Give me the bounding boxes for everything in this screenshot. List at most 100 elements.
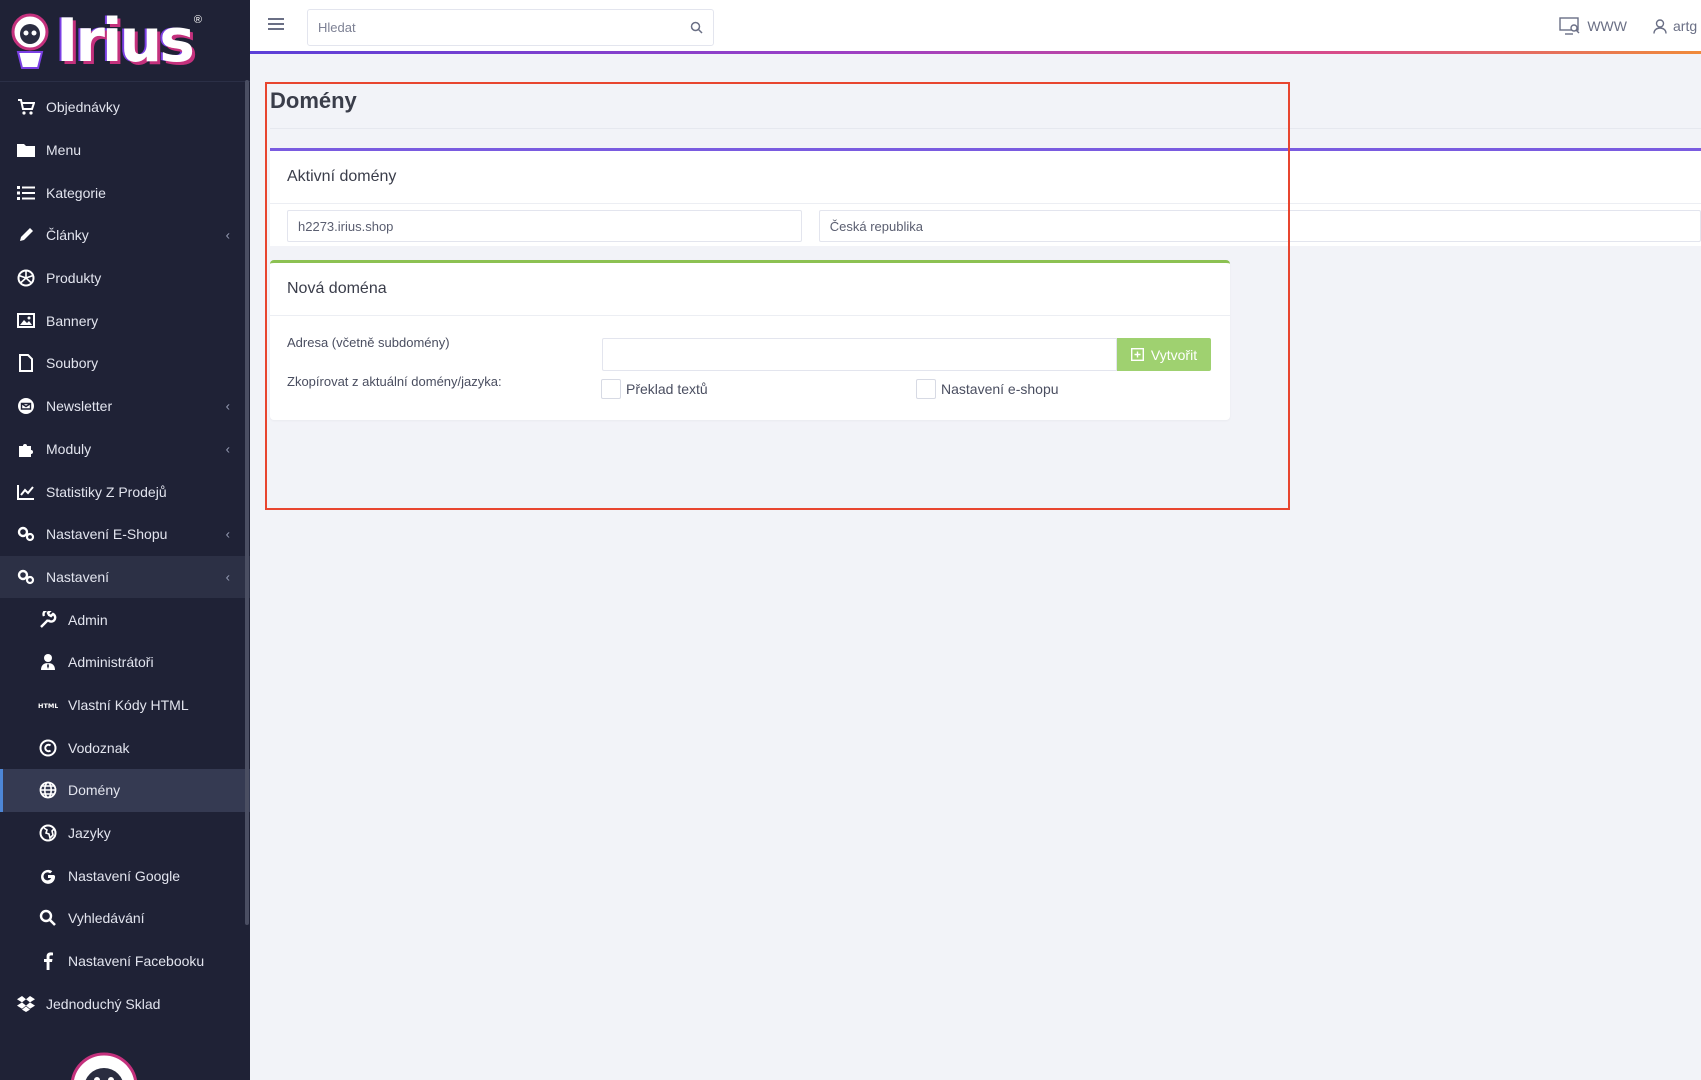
- plus-square-icon: [1130, 348, 1144, 361]
- sidebar-item-soubory[interactable]: Soubory: [0, 342, 250, 385]
- copyright-icon: [38, 738, 58, 758]
- search-input[interactable]: [308, 10, 679, 45]
- active-domains-title: Aktivní domény: [270, 151, 1701, 204]
- sidebar-subitem-facebook[interactable]: Nastavení Facebooku: [0, 940, 250, 983]
- address-label: Adresa (včetně subdomény): [287, 335, 450, 350]
- line-chart-icon: [16, 482, 36, 502]
- sidebar-item-label: Vyhledávání: [68, 910, 145, 927]
- sidebar-subitem-vodoznak[interactable]: Vodoznak: [0, 726, 250, 769]
- sidebar-item-clanky[interactable]: Články ‹: [0, 214, 250, 257]
- sidebar-item-label: Administrátoři: [68, 654, 154, 671]
- monitor-search-icon: [1559, 17, 1580, 35]
- active-domain-field: h2273.irius.shop: [287, 210, 802, 242]
- sidebar-item-moduly[interactable]: Moduly ‹: [0, 428, 250, 471]
- astronaut-mascot-icon: [11, 13, 49, 69]
- sidebar-item-label: Jednoduchý Sklad: [46, 995, 161, 1012]
- sidebar-item-label: Newsletter: [46, 398, 113, 415]
- file-icon: [16, 353, 36, 373]
- sidebar-scrollbar[interactable]: [245, 80, 249, 925]
- folder-icon: [16, 140, 36, 160]
- sidebar-item-label: Články: [46, 227, 89, 244]
- page-title: Domény: [270, 88, 357, 113]
- sidebar-item-label: Nastavení: [46, 568, 110, 585]
- sidebar-subitem-admin[interactable]: Admin: [0, 598, 250, 641]
- user-name: artg: [1673, 18, 1698, 34]
- sidebar-item-objednavky[interactable]: Objednávky: [0, 86, 250, 129]
- chevron-left-icon: ‹: [225, 569, 230, 585]
- sidebar-item-bannery[interactable]: Bannery: [0, 299, 250, 342]
- list-icon: [16, 183, 36, 203]
- mascot-icon: [71, 1052, 137, 1080]
- sidebar-item-label: Domény: [68, 782, 121, 799]
- logo-text: Irius: [56, 5, 195, 76]
- svg-text:HTML: HTML: [38, 702, 58, 710]
- sidebar-subitem-html[interactable]: HTML Vlastní Kódy HTML: [0, 684, 250, 727]
- sidebar-item-menu[interactable]: Menu: [0, 129, 250, 172]
- topbar-right: WWW artg: [1559, 17, 1701, 35]
- sidebar-subitem-domeny[interactable]: Domény: [0, 769, 250, 812]
- sidebar-item-label: Menu: [46, 142, 82, 159]
- cart-icon: [16, 97, 36, 117]
- checkbox-label: Překlad textů: [626, 381, 708, 397]
- sidebar-subitem-vyhledavani[interactable]: Vyhledávání: [0, 897, 250, 940]
- create-button-label: Vytvořit: [1150, 346, 1198, 363]
- wrench-icon: [38, 610, 58, 630]
- sidebar-item-nastaveni-eshopu[interactable]: Nastavení E-Shopu ‹: [0, 513, 250, 556]
- gears-icon: [16, 567, 36, 587]
- sidebar-subitem-jazyky[interactable]: Jazyky: [0, 812, 250, 855]
- hamburger-menu-icon[interactable]: [268, 18, 284, 30]
- www-link[interactable]: WWW: [1559, 17, 1627, 35]
- sidebar-item-label: Admin: [68, 611, 108, 628]
- address-input[interactable]: [602, 338, 1117, 371]
- chevron-left-icon: ‹: [225, 398, 230, 414]
- search-icon: [38, 908, 58, 928]
- sidebar-item-label: Moduly: [46, 440, 92, 457]
- checkbox-box[interactable]: [601, 379, 621, 399]
- envelope-icon: [16, 396, 36, 416]
- search-icon[interactable]: [679, 10, 713, 45]
- pencil-icon: [16, 225, 36, 245]
- checkbox-nastaveni-eshopu[interactable]: Nastavení e-shopu: [916, 379, 1059, 399]
- new-domain-title: Nová doména: [270, 263, 1230, 316]
- search-box: [307, 9, 714, 46]
- sidebar-item-newsletter[interactable]: Newsletter ‹: [0, 385, 250, 428]
- sidebar-item-label: Soubory: [46, 355, 99, 372]
- logo[interactable]: Irius ®: [0, 0, 250, 82]
- sidebar-item-jednoduchy-sklad[interactable]: Jednoduchý Sklad: [0, 982, 250, 1025]
- aperture-icon: [16, 268, 36, 288]
- sidebar-item-label: Vodoznak: [68, 739, 130, 756]
- sidebar-item-kategorie[interactable]: Kategorie: [0, 171, 250, 214]
- globe-europe-icon: [38, 823, 58, 843]
- sidebar-item-produkty[interactable]: Produkty: [0, 257, 250, 300]
- sidebar-item-label: Vlastní Kódy HTML: [68, 696, 189, 713]
- gears-icon: [16, 524, 36, 544]
- sidebar-item-label: Statistiky Z Prodejů: [46, 483, 167, 500]
- create-button[interactable]: Vytvořit: [1117, 338, 1211, 371]
- image-icon: [16, 311, 36, 331]
- sidebar-item-label: Bannery: [46, 312, 99, 329]
- copy-label-row: Zkopírovat z aktuální domény/jazyka:: [287, 374, 502, 389]
- sidebar-subitem-google[interactable]: Nastavení Google: [0, 854, 250, 897]
- chevron-left-icon: ‹: [225, 227, 230, 243]
- chevron-left-icon: ‹: [225, 441, 230, 457]
- topbar-gradient-line: [250, 51, 1701, 54]
- address-label-row: Adresa (včetně subdomény): [287, 335, 450, 350]
- user-icon: [1653, 18, 1667, 34]
- sidebar-item-label: Nastavení Facebooku: [68, 953, 205, 970]
- user-tie-icon: [38, 652, 58, 672]
- sidebar-item-label: Nastavení E-Shopu: [46, 526, 168, 543]
- sidebar-item-label: Kategorie: [46, 184, 106, 201]
- registered-mark: ®: [193, 14, 203, 26]
- user-menu[interactable]: artg: [1653, 18, 1701, 34]
- sidebar-item-nastaveni[interactable]: Nastavení ‹: [0, 555, 250, 599]
- active-domain-country[interactable]: Česká republika: [818, 210, 1701, 242]
- sidebar-subitem-administratori[interactable]: Administrátoři: [0, 641, 250, 684]
- sidebar-item-label: Produkty: [46, 270, 102, 287]
- checkbox-box[interactable]: [916, 379, 936, 399]
- sidebar-nav: Objednávky Menu Kategorie Články ‹ Produ…: [0, 86, 250, 1025]
- new-domain-card: Nová doména Adresa (včetně subdomény) Vy…: [270, 260, 1230, 420]
- sidebar-item-statistiky[interactable]: Statistiky Z Prodejů: [0, 470, 250, 513]
- checkbox-preklad-textu[interactable]: Překlad textů: [601, 379, 708, 399]
- title-divider: [270, 128, 1701, 129]
- globe-icon: [38, 780, 58, 800]
